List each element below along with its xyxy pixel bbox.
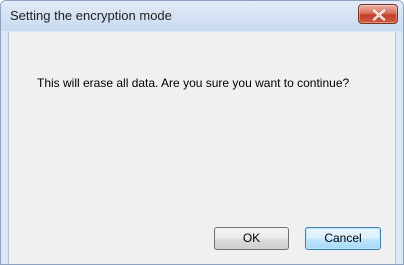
dialog-window: Setting the encryption mode This will er… bbox=[0, 0, 404, 265]
close-icon bbox=[372, 9, 386, 21]
dialog-content: This will erase all data. Are you sure y… bbox=[8, 32, 396, 264]
ok-button[interactable]: OK bbox=[214, 227, 289, 250]
window-title: Setting the encryption mode bbox=[10, 8, 172, 23]
cancel-button[interactable]: Cancel bbox=[305, 227, 381, 250]
close-button[interactable] bbox=[358, 4, 398, 24]
title-bar[interactable]: Setting the encryption mode bbox=[1, 1, 403, 31]
confirmation-message: This will erase all data. Are you sure y… bbox=[37, 76, 350, 90]
